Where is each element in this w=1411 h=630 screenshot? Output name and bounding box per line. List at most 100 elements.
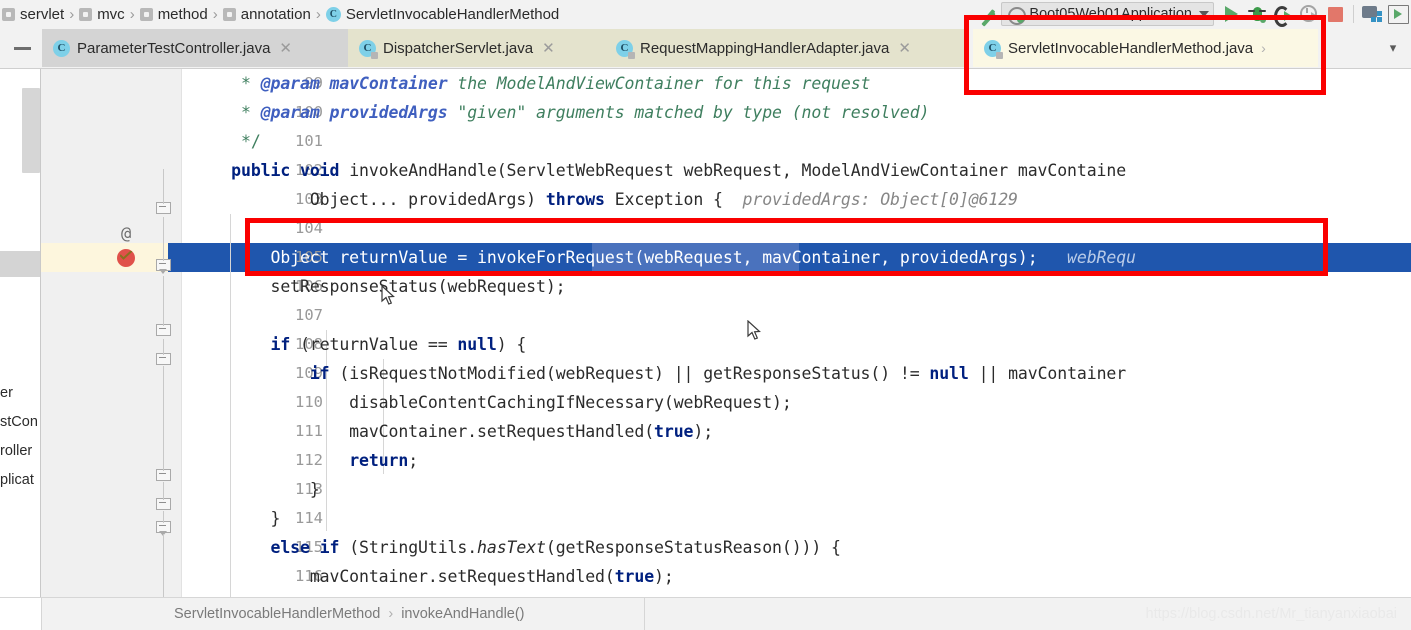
- close-icon[interactable]: ✕: [279, 39, 292, 57]
- debug-bug-icon: [1248, 5, 1266, 23]
- project-panel-scrollbar[interactable]: [22, 88, 40, 173]
- run-with-coverage-button[interactable]: [1270, 1, 1296, 27]
- code-line-115[interactable]: else if (StringUtils.hasText(getResponse…: [182, 533, 841, 562]
- fold-region-line: [162, 534, 164, 597]
- package-icon: [139, 7, 153, 21]
- project-panel-selected-row[interactable]: [0, 251, 40, 277]
- run-configuration-name: Boot05Web01Application: [1029, 6, 1192, 22]
- editor-tab-requestmappinghandleradapter[interactable]: C RequestMappingHandlerAdapter.java ✕: [605, 29, 965, 67]
- code-line-111[interactable]: mavContainer.setRequestHandled(true);: [182, 417, 713, 446]
- profiler-button[interactable]: [1296, 1, 1322, 27]
- editor-tab-label: DispatcherServlet.java: [383, 39, 534, 57]
- breakpoint-verified-check: [120, 251, 132, 260]
- breadcrumb-item-annotation[interactable]: annotation: [222, 0, 311, 28]
- code-fold-marker[interactable]: [156, 521, 171, 536]
- fold-region-line: [162, 511, 164, 523]
- breadcrumb-class[interactable]: ServletInvocableHandlerMethod: [174, 606, 380, 622]
- breadcrumb-separator: ›: [315, 5, 321, 23]
- project-tool-window[interactable]: er stCon roller plicat: [0, 69, 41, 597]
- code-line-113[interactable]: }: [182, 475, 320, 504]
- hammer-build-icon: [977, 3, 999, 25]
- debug-button[interactable]: [1244, 1, 1270, 27]
- code-line-106[interactable]: setResponseStatus(webRequest);: [182, 272, 566, 301]
- fold-region-line: [162, 339, 164, 355]
- project-tree-item[interactable]: plicat: [0, 472, 34, 488]
- spring-boot-icon: [1007, 6, 1027, 25]
- project-tree-item[interactable]: stCon: [0, 414, 38, 430]
- code-line-105[interactable]: Object returnValue = invokeForRequest(we…: [182, 243, 1136, 272]
- stop-button[interactable]: [1322, 1, 1348, 27]
- line-number: 101: [295, 132, 323, 150]
- lock-icon: [628, 51, 635, 59]
- code-fold-marker[interactable]: [156, 259, 171, 274]
- code-editor[interactable]: @ 99 100 101 102 103 104 105 106 107 108…: [41, 69, 1411, 597]
- code-line-103[interactable]: Object... providedArgs) throws Exception…: [182, 185, 1018, 214]
- package-icon: [222, 7, 236, 21]
- profiler-icon: [1299, 5, 1319, 23]
- project-tree-item[interactable]: er: [0, 385, 13, 401]
- chevron-down-icon[interactable]: [1199, 11, 1209, 17]
- line-number: 104: [295, 219, 323, 237]
- editor-tab-dispatcherservlet[interactable]: C DispatcherServlet.java ✕: [348, 29, 605, 67]
- breadcrumb-item-mvc[interactable]: mvc: [79, 0, 125, 28]
- top-toolbar-row: servlet › mvc › method › annotation › C …: [0, 0, 1411, 29]
- breadcrumb-label: ServletInvocableHandlerMethod: [345, 5, 560, 23]
- breadcrumb-separator: ›: [212, 5, 218, 23]
- project-tree-item[interactable]: roller: [0, 443, 32, 459]
- breadcrumb-separator: ›: [129, 5, 135, 23]
- code-fold-marker[interactable]: [156, 498, 171, 513]
- code-line-112[interactable]: return;: [182, 446, 418, 475]
- breadcrumb-item-class[interactable]: C ServletInvocableHandlerMethod: [325, 0, 560, 28]
- lock-icon: [996, 51, 1003, 59]
- code-line-108[interactable]: if (returnValue == null) {: [182, 330, 527, 359]
- editor-tab-parametertestcontroller[interactable]: C ParameterTestController.java ✕: [42, 29, 348, 67]
- code-line-101[interactable]: */: [182, 127, 261, 156]
- breadcrumb-method[interactable]: invokeAndHandle(): [401, 606, 524, 622]
- mouse-cursor: [381, 285, 395, 305]
- breadcrumb-item-servlet[interactable]: servlet: [2, 0, 64, 28]
- java-class-icon: C: [359, 39, 378, 59]
- code-line-114[interactable]: }: [182, 504, 281, 533]
- fold-region-line: [162, 482, 164, 500]
- watermark-text: https://blog.csdn.net/Mr_tianyanxiaobai: [1145, 606, 1397, 622]
- close-icon[interactable]: ✕: [542, 39, 555, 57]
- editor-tab-servletinvocablehandlermethod[interactable]: C ServletInvocableHandlerMethod.java ›: [973, 29, 1318, 67]
- code-fold-marker[interactable]: [156, 202, 171, 217]
- breadcrumb-label: servlet: [20, 5, 65, 23]
- fold-region-line: [162, 366, 164, 471]
- code-line-110[interactable]: disableContentCachingIfNecessary(webRequ…: [182, 388, 792, 417]
- code-line-99[interactable]: * @param mavContainer the ModelAndViewCo…: [182, 69, 870, 98]
- annotation-gutter-marker[interactable]: @: [121, 224, 131, 244]
- breadcrumb: ServletInvocableHandlerMethod › invokeAn…: [174, 598, 525, 630]
- line-number: 107: [295, 306, 323, 324]
- code-line-100[interactable]: * @param providedArgs "given" arguments …: [182, 98, 929, 127]
- tab-overflow-button[interactable]: ▾: [1379, 34, 1407, 62]
- code-fold-marker[interactable]: [156, 353, 171, 368]
- code-line-116[interactable]: mavContainer.setRequestHandled(true);: [182, 562, 674, 591]
- java-class-icon: C: [53, 39, 70, 57]
- stop-icon: [1327, 6, 1343, 22]
- package-icon: [79, 7, 93, 21]
- code-line-102[interactable]: public void invokeAndHandle(ServletWebRe…: [182, 156, 1126, 185]
- close-icon[interactable]: ✕: [898, 39, 911, 57]
- project-structure-button[interactable]: [1359, 1, 1385, 27]
- chevron-right-icon[interactable]: ›: [1261, 40, 1266, 56]
- breadcrumb-label: mvc: [97, 5, 125, 23]
- java-class-icon: C: [984, 39, 1003, 59]
- main-toolbar: Boot05Web01Application: [975, 0, 1411, 28]
- breakpoint-icon[interactable]: [117, 249, 135, 267]
- build-project-button[interactable]: [975, 1, 1001, 27]
- project-structure-icon: [1362, 6, 1382, 22]
- update-running-app-button[interactable]: [1385, 1, 1411, 27]
- run-configuration-selector[interactable]: Boot05Web01Application: [1001, 2, 1214, 26]
- code-fold-marker[interactable]: [156, 324, 171, 339]
- java-class-icon: C: [325, 6, 341, 22]
- code-fold-marker[interactable]: [156, 469, 171, 484]
- status-divider: [41, 598, 42, 630]
- toolbar-divider: [1353, 5, 1354, 23]
- code-line-109[interactable]: if (isRequestNotModified(webRequest) || …: [182, 359, 1126, 388]
- minimize-tool-window-button[interactable]: [6, 28, 38, 68]
- breadcrumb-item-method[interactable]: method: [139, 0, 208, 28]
- run-button[interactable]: [1218, 1, 1244, 27]
- package-icon: [2, 7, 15, 21]
